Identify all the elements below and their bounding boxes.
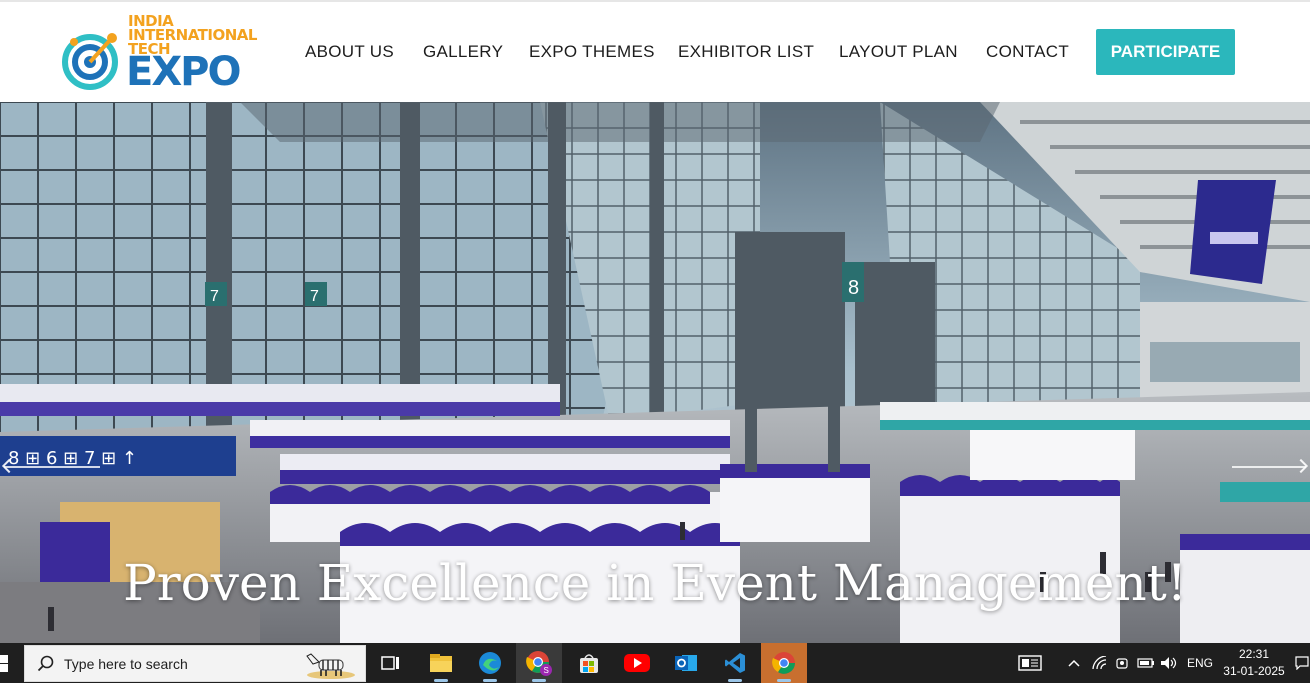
start-button[interactable] <box>0 643 22 683</box>
logo-swirl-icon <box>62 33 118 90</box>
notifications-icon[interactable] <box>1294 643 1310 683</box>
edge-icon[interactable] <box>467 643 513 683</box>
nav-about-us[interactable]: ABOUT US <box>305 42 394 62</box>
nav-exhibitor-list[interactable]: EXHIBITOR LIST <box>678 42 814 62</box>
nav-gallery[interactable]: GALLERY <box>423 42 503 62</box>
volume-icon[interactable] <box>1158 643 1180 683</box>
nav-contact[interactable]: CONTACT <box>986 42 1069 62</box>
news-widget-icon[interactable] <box>1016 643 1044 683</box>
taskbar-search-box[interactable]: Type here to search <box>24 645 366 682</box>
microsoft-store-icon[interactable] <box>566 643 612 683</box>
search-icon <box>37 655 54 672</box>
hero-caption: Proven Excellence in Event Management! <box>123 554 1187 612</box>
chrome-icon[interactable] <box>761 643 807 683</box>
svg-text:7: 7 <box>210 288 219 305</box>
meet-now-icon[interactable] <box>1112 643 1132 683</box>
nav-expo-themes[interactable]: EXPO THEMES <box>529 42 655 62</box>
clock-time: 22:31 <box>1238 647 1270 661</box>
chevron-up-icon[interactable] <box>1064 643 1084 683</box>
site-logo[interactable]: INDIA INTERNATIONAL TECH EXPO <box>62 12 257 95</box>
hero-slider: 8 7 7 8 ⊞ 6 ⊞ 7 ⊞ ↑ Proven Excellence in… <box>0 102 1310 643</box>
wifi-icon[interactable] <box>1090 643 1110 683</box>
clock-date: 31-01-2025 <box>1223 664 1285 678</box>
windows-taskbar: Type here to search S ENG 22:31 31-01-20… <box>0 643 1310 683</box>
outlook-icon[interactable] <box>663 643 709 683</box>
chrome-profile-icon[interactable]: S <box>516 643 562 683</box>
svg-text:7: 7 <box>310 288 319 305</box>
svg-text:S: S <box>544 666 549 675</box>
site-header: INDIA INTERNATIONAL TECH EXPO ABOUT US G… <box>0 2 1310 102</box>
youtube-icon[interactable] <box>614 643 660 683</box>
battery-icon[interactable] <box>1135 643 1157 683</box>
nav-layout-plan[interactable]: LAYOUT PLAN <box>839 42 958 62</box>
system-clock[interactable]: 22:31 31-01-2025 <box>1218 646 1290 680</box>
slider-prev-arrow[interactable] <box>4 466 100 468</box>
language-indicator[interactable]: ENG <box>1184 643 1216 683</box>
zebra-illustration-icon <box>306 653 355 679</box>
logo-text-expo: EXPO <box>126 49 241 95</box>
hall-number-8: 8 <box>848 277 859 299</box>
vscode-icon[interactable] <box>712 643 758 683</box>
participate-button[interactable]: PARTICIPATE <box>1096 29 1235 75</box>
file-explorer-icon[interactable] <box>418 643 464 683</box>
task-view-icon[interactable] <box>368 643 414 683</box>
search-placeholder: Type here to search <box>64 656 188 672</box>
slider-next-arrow[interactable] <box>1232 466 1306 468</box>
